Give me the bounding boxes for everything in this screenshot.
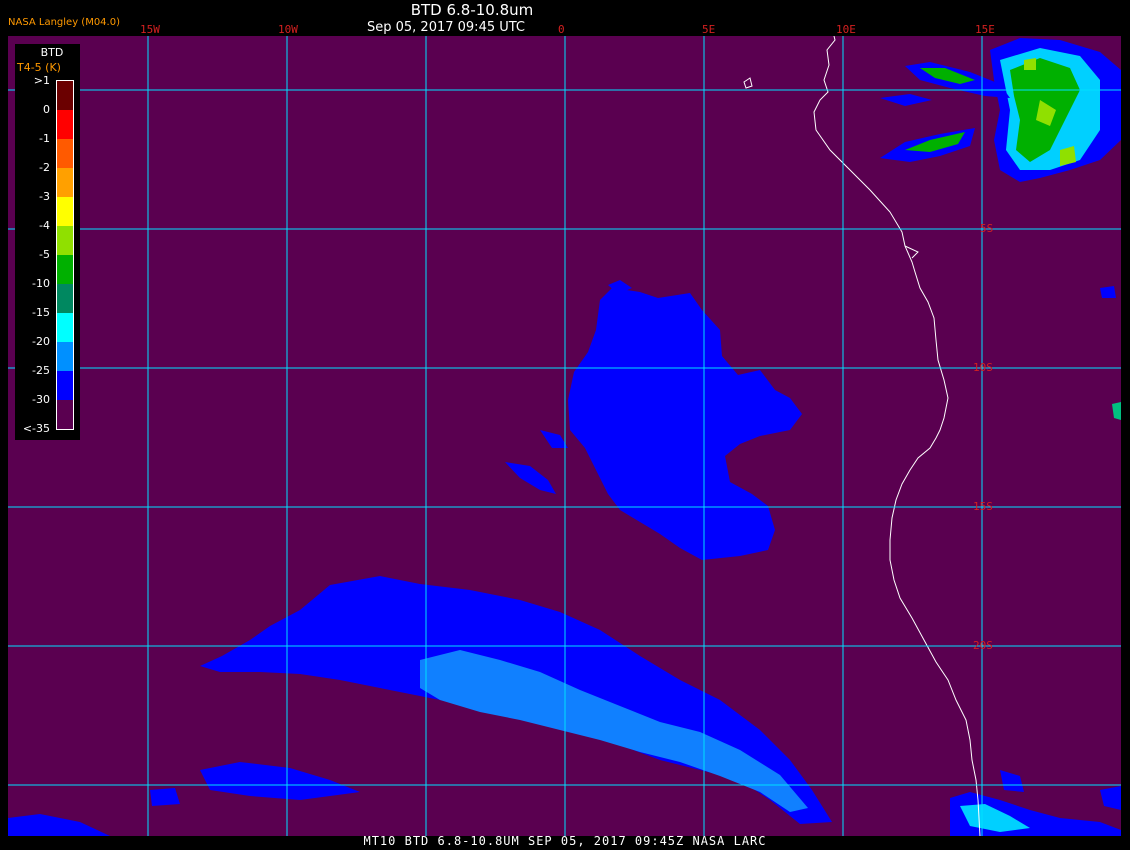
legend-swatch	[57, 110, 73, 139]
lon-label-10w: 10W	[278, 23, 298, 36]
legend-tick-label: -25	[32, 364, 50, 377]
legend-tick-label: -30	[32, 393, 50, 406]
legend-tick-label: -2	[39, 161, 50, 174]
legend-units: T4-5 (K)	[17, 61, 61, 74]
legend-swatch	[57, 400, 73, 429]
lon-label-15e: 15E	[975, 23, 995, 36]
product-title: BTD 6.8-10.8um	[410, 1, 534, 19]
legend-swatch	[57, 81, 73, 110]
legend-swatch	[57, 313, 73, 342]
legend-swatch	[57, 168, 73, 197]
legend-swatch	[57, 371, 73, 400]
legend-tick-label: -1	[39, 132, 50, 145]
legend-swatch	[57, 197, 73, 226]
legend-swatch	[57, 342, 73, 371]
legend-tick-label: 0	[43, 103, 50, 116]
legend-swatch	[57, 226, 73, 255]
legend-tick-label: -10	[32, 277, 50, 290]
footer-caption: MT10 BTD 6.8-10.8UM SEP 05, 2017 09:45Z …	[363, 834, 767, 848]
legend-tick-label: -4	[39, 219, 50, 232]
satellite-map	[0, 0, 1130, 850]
lat-label-15s: 15S	[973, 500, 993, 513]
lon-label-10e: 10E	[836, 23, 856, 36]
lat-label-20s: 20S	[973, 639, 993, 652]
legend-tick-label: -15	[32, 306, 50, 319]
lat-label-5s: 5S	[980, 222, 994, 235]
legend-tick-label: -20	[32, 335, 50, 348]
legend-swatch	[57, 139, 73, 168]
legend-swatch	[57, 284, 73, 313]
lat-label-10s: 10S	[973, 361, 993, 374]
legend-swatch	[57, 255, 73, 284]
legend-title: BTD	[40, 46, 64, 59]
image-timestamp: Sep 05, 2017 09:45 UTC	[366, 20, 526, 35]
legend-tick-label: -3	[39, 190, 50, 203]
legend-tick-label: -5	[39, 248, 50, 261]
lon-label-0: 0	[558, 23, 565, 36]
lon-label-5e: 5E	[702, 23, 716, 36]
legend-color-bar	[56, 80, 74, 430]
legend-tick-label: >1	[33, 74, 50, 87]
legend-tick-label: <-35	[22, 422, 50, 435]
color-legend: BTD T4-5 (K) >1 0 -1 -2 -3 -4 -5 -10 -15 -20 -25 -3…	[15, 44, 80, 440]
lon-label-15w: 15W	[140, 23, 160, 36]
